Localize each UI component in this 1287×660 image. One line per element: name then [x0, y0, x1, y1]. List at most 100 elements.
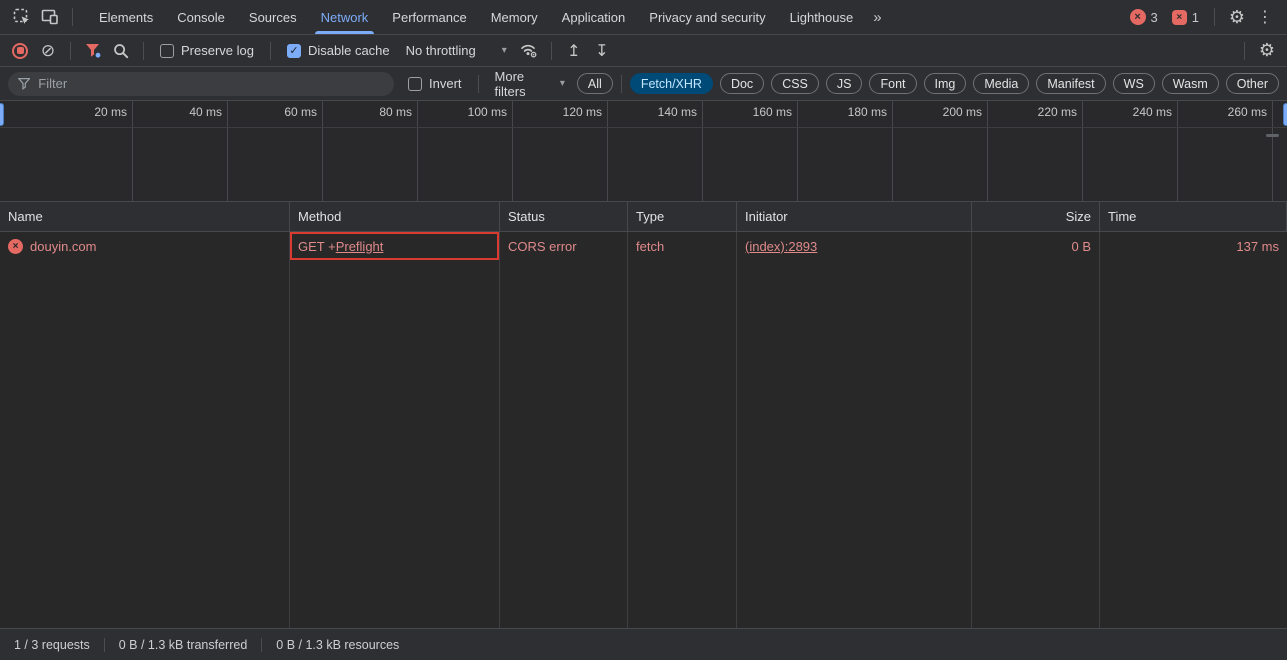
toolbar-divider — [72, 8, 73, 26]
network-conditions-icon[interactable] — [515, 38, 543, 64]
request-status-cell[interactable]: CORS error — [500, 232, 628, 260]
more-filters-dropdown[interactable]: More filters ▾ — [487, 69, 573, 99]
device-toolbar-icon[interactable] — [36, 4, 64, 30]
request-method-cell[interactable]: GET + Preflight — [290, 232, 500, 260]
request-time-cell[interactable]: 137 ms — [1100, 232, 1287, 260]
issue-count: 1 — [1192, 10, 1199, 25]
tabbar-right-controls: × 3 × 1 ⚙ ⋮ — [1123, 4, 1287, 30]
tab-privacy-and-security[interactable]: Privacy and security — [637, 0, 777, 34]
chip-img[interactable]: Img — [924, 73, 967, 94]
request-type-cell[interactable]: fetch — [628, 232, 737, 260]
toolbar-divider — [270, 42, 271, 60]
request-size: 0 B — [1071, 239, 1091, 254]
request-name: douyin.com — [30, 239, 96, 254]
column-header-time[interactable]: Time — [1100, 202, 1287, 231]
tab-elements[interactable]: Elements — [87, 0, 165, 34]
chip-wasm[interactable]: Wasm — [1162, 73, 1219, 94]
tab-console[interactable]: Console — [165, 0, 237, 34]
column-header-name[interactable]: Name — [0, 202, 290, 231]
request-error-icon: × — [8, 239, 23, 254]
chip-css[interactable]: CSS — [771, 73, 819, 94]
record-network-log-button[interactable] — [6, 38, 34, 64]
transferred-summary: 0 B / 1.3 kB transferred — [104, 638, 262, 652]
record-icon — [12, 43, 28, 59]
chip-js[interactable]: JS — [826, 73, 863, 94]
funnel-icon — [18, 77, 30, 90]
chip-font[interactable]: Font — [869, 73, 916, 94]
chip-all[interactable]: All — [577, 73, 613, 94]
preserve-log-checkbox[interactable]: Preserve log — [160, 43, 254, 58]
timeline-segment: 120 ms — [513, 101, 608, 201]
timeline-segment: 260 ms — [1178, 101, 1273, 201]
preflight-link[interactable]: Preflight — [336, 239, 384, 254]
tab-memory[interactable]: Memory — [479, 0, 550, 34]
inspect-element-icon[interactable] — [8, 4, 36, 30]
network-overview-timeline[interactable]: 20 ms 40 ms 60 ms 80 ms 100 ms 120 ms 14… — [0, 101, 1287, 202]
network-settings-gear-icon[interactable]: ⚙ — [1253, 38, 1281, 64]
timeline-tick: 80 ms — [379, 105, 412, 119]
table-row[interactable]: × douyin.com GET + Preflight CORS error … — [0, 232, 1287, 260]
panel-tabs: Elements Console Sources Network Perform… — [87, 0, 865, 34]
request-name-cell[interactable]: × douyin.com — [0, 232, 290, 260]
disable-cache-checkbox[interactable]: ✓ Disable cache — [287, 43, 390, 58]
timeline-segment: 140 ms — [608, 101, 703, 201]
toolbar-divider — [143, 42, 144, 60]
request-status: CORS error — [508, 239, 577, 254]
chip-media[interactable]: Media — [973, 73, 1029, 94]
toolbar-divider — [1244, 42, 1245, 60]
search-icon[interactable] — [107, 38, 135, 64]
timeline-tick: 40 ms — [189, 105, 222, 119]
import-har-icon[interactable]: ↥ — [560, 38, 588, 64]
column-header-initiator[interactable]: Initiator — [737, 202, 972, 231]
requests-table-header: Name Method Status Type Initiator Size T… — [0, 202, 1287, 232]
chip-ws[interactable]: WS — [1113, 73, 1155, 94]
timeline-segment: 180 ms — [798, 101, 893, 201]
invert-checkbox[interactable]: Invert — [408, 76, 462, 91]
throttling-select[interactable]: No throttling ▾ — [398, 43, 515, 58]
error-icon: × — [1130, 9, 1146, 25]
export-har-icon[interactable]: ↧ — [588, 38, 616, 64]
column-header-type[interactable]: Type — [628, 202, 737, 231]
chip-doc[interactable]: Doc — [720, 73, 764, 94]
console-errors-badge[interactable]: × 3 — [1130, 9, 1158, 25]
toolbar-divider — [1214, 8, 1215, 26]
overview-scrollbar-thumb[interactable] — [1266, 134, 1279, 137]
timeline-segment: 200 ms — [893, 101, 988, 201]
overview-right-handle[interactable] — [1283, 103, 1287, 126]
request-time: 137 ms — [1236, 239, 1279, 254]
tab-performance[interactable]: Performance — [380, 0, 478, 34]
more-tabs-icon[interactable]: » — [865, 9, 889, 26]
timeline-tick: 160 ms — [753, 105, 792, 119]
kebab-menu-icon[interactable]: ⋮ — [1251, 4, 1279, 30]
tab-sources[interactable]: Sources — [237, 0, 309, 34]
column-header-size[interactable]: Size — [972, 202, 1100, 231]
overview-left-handle[interactable] — [0, 103, 4, 126]
tab-lighthouse[interactable]: Lighthouse — [778, 0, 866, 34]
disable-cache-label: Disable cache — [308, 43, 390, 58]
timeline-tick: 20 ms — [94, 105, 127, 119]
column-header-method[interactable]: Method — [290, 202, 500, 231]
tab-network[interactable]: Network — [309, 0, 381, 34]
tab-application[interactable]: Application — [550, 0, 638, 34]
column-header-status[interactable]: Status — [500, 202, 628, 231]
invert-label: Invert — [429, 76, 462, 91]
chip-fetch-xhr[interactable]: Fetch/XHR — [630, 73, 713, 94]
chip-other[interactable]: Other — [1226, 73, 1279, 94]
timeline-segment: 60 ms — [228, 101, 323, 201]
initiator-link[interactable]: (index):2893 — [745, 239, 817, 254]
settings-gear-icon[interactable]: ⚙ — [1223, 4, 1251, 30]
timeline-tick: 120 ms — [563, 105, 602, 119]
throttling-value: No throttling — [406, 43, 476, 58]
timeline-tick: 200 ms — [943, 105, 982, 119]
error-count: 3 — [1151, 10, 1158, 25]
request-size-cell[interactable]: 0 B — [972, 232, 1100, 260]
filter-input[interactable] — [38, 76, 384, 91]
chevron-down-icon: ▾ — [502, 45, 507, 56]
clear-network-log-button[interactable]: ⊘ — [34, 38, 62, 64]
request-initiator-cell[interactable]: (index):2893 — [737, 232, 972, 260]
checkbox-unchecked — [160, 44, 174, 58]
filter-funnel-icon[interactable] — [79, 38, 107, 64]
issues-badge[interactable]: × 1 — [1172, 10, 1199, 25]
chip-manifest[interactable]: Manifest — [1036, 73, 1105, 94]
filter-input-box[interactable] — [8, 72, 394, 96]
